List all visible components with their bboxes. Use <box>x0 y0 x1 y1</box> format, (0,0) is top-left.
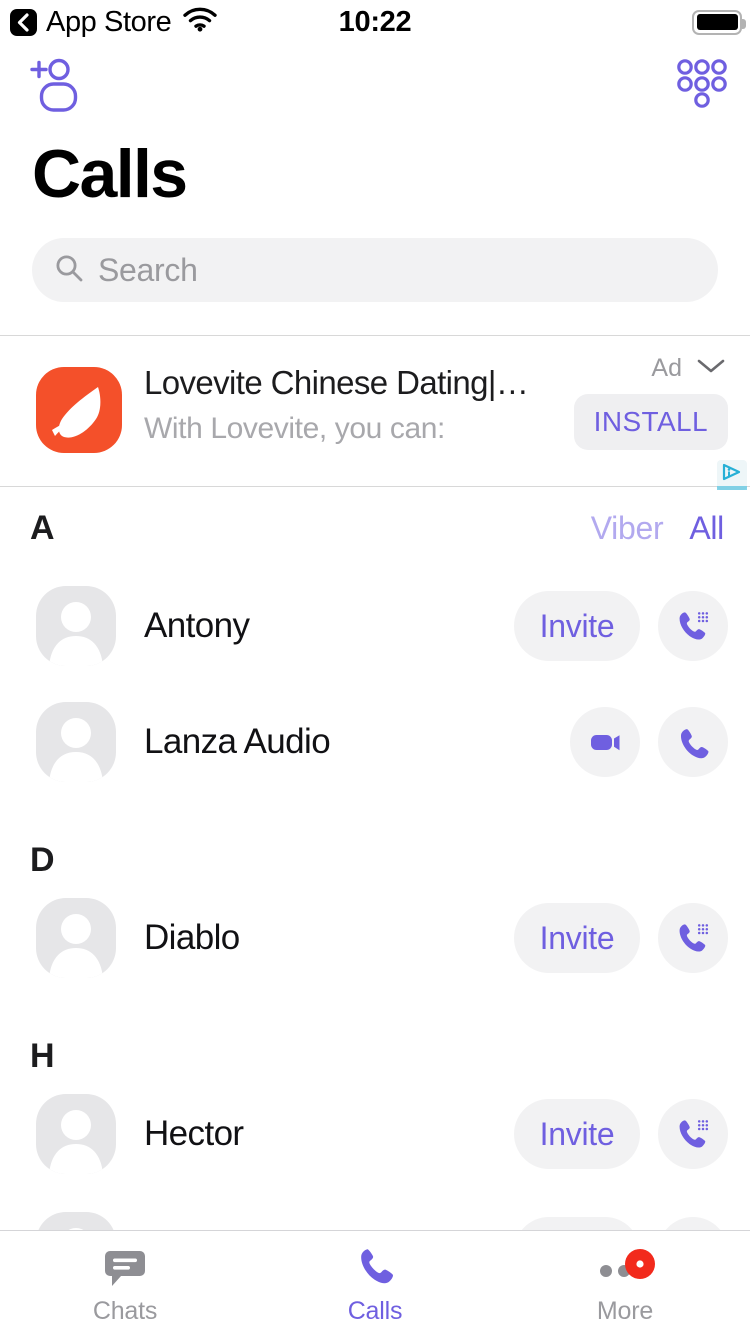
invite-button[interactable]: Invite <box>514 903 640 973</box>
contact-name: Hector <box>144 1114 244 1153</box>
more-dots-icon <box>592 1245 658 1291</box>
ad-text-block: Lovevite Chinese Dating|… With Lovevite,… <box>144 364 564 446</box>
page-title: Calls <box>32 136 188 212</box>
section-letter: A <box>30 508 55 547</box>
row-actions: Invite <box>514 903 728 973</box>
contact-name: Antony <box>144 606 250 645</box>
section-header-a: A Viber All <box>0 500 750 556</box>
chevron-down-icon[interactable] <box>696 357 726 380</box>
adchoices-icon[interactable] <box>717 460 747 490</box>
row-actions <box>570 707 728 777</box>
contact-name: Lanza Audio <box>144 722 331 761</box>
tab-label: Calls <box>347 1297 403 1325</box>
add-contact-icon[interactable] <box>24 56 80 117</box>
ad-subtitle: With Lovevite, you can: <box>144 412 445 445</box>
section-header-d: D <box>0 832 750 888</box>
lovevite-app-icon <box>36 367 122 453</box>
keypad-icon[interactable] <box>676 58 728 113</box>
contact-name: Diablo <box>144 918 240 957</box>
install-button[interactable]: INSTALL <box>573 394 728 450</box>
row-actions: Invite <box>514 591 728 661</box>
phone-icon <box>352 1245 398 1291</box>
search-icon <box>54 253 84 288</box>
table-row[interactable]: Antony Invite <box>0 578 750 674</box>
tab-more[interactable]: More <box>500 1231 750 1334</box>
phone-icon[interactable] <box>658 707 728 777</box>
avatar-placeholder-icon <box>36 1094 116 1174</box>
table-row[interactable]: Hector Invite <box>0 1086 750 1182</box>
viber-calls-screen: App Store 10:22 Calls Search Lovevite Ch… <box>0 0 750 1334</box>
tab-label: More <box>596 1297 654 1325</box>
invite-button[interactable]: Invite <box>514 591 640 661</box>
chat-bubble-icon <box>102 1245 148 1291</box>
avatar-placeholder-icon <box>36 702 116 782</box>
table-row[interactable]: Diablo Invite <box>0 890 750 986</box>
viber-out-phone-icon[interactable] <box>658 903 728 973</box>
section-letter: D <box>30 840 55 879</box>
status-bar-right <box>692 0 746 44</box>
call-filter-tabs[interactable]: Viber All <box>591 510 725 547</box>
table-row[interactable]: Lanza Audio <box>0 694 750 790</box>
search-placeholder[interactable]: Search <box>98 252 198 289</box>
battery-full-icon <box>692 9 746 35</box>
filter-all[interactable]: All <box>689 510 724 547</box>
viber-out-phone-icon[interactable] <box>658 591 728 661</box>
ad-label: Ad <box>651 354 682 382</box>
filter-viber[interactable]: Viber <box>591 510 664 547</box>
nav-action-row <box>0 48 750 120</box>
ad-banner[interactable]: Lovevite Chinese Dating|… With Lovevite,… <box>0 335 750 490</box>
tab-label: Chats <box>92 1297 158 1325</box>
video-camera-icon[interactable] <box>570 707 640 777</box>
invite-button[interactable]: Invite <box>514 1099 640 1169</box>
tab-chats[interactable]: Chats <box>0 1231 250 1334</box>
status-bar: App Store 10:22 <box>0 0 750 44</box>
status-bar-clock: 10:22 <box>338 5 412 38</box>
avatar-placeholder-icon <box>36 586 116 666</box>
bottom-tab-bar: Chats Calls More <box>0 1230 750 1334</box>
section-header-h: H <box>0 1028 750 1084</box>
section-letter: H <box>30 1036 55 1075</box>
ad-label-row[interactable]: Ad <box>651 354 726 383</box>
search-field[interactable]: Search <box>32 238 718 302</box>
row-actions: Invite <box>514 1099 728 1169</box>
ad-title[interactable]: Lovevite Chinese Dating|… <box>144 364 564 402</box>
avatar-placeholder-icon <box>36 898 116 978</box>
tab-calls[interactable]: Calls <box>250 1231 500 1334</box>
viber-out-phone-icon[interactable] <box>658 1099 728 1169</box>
